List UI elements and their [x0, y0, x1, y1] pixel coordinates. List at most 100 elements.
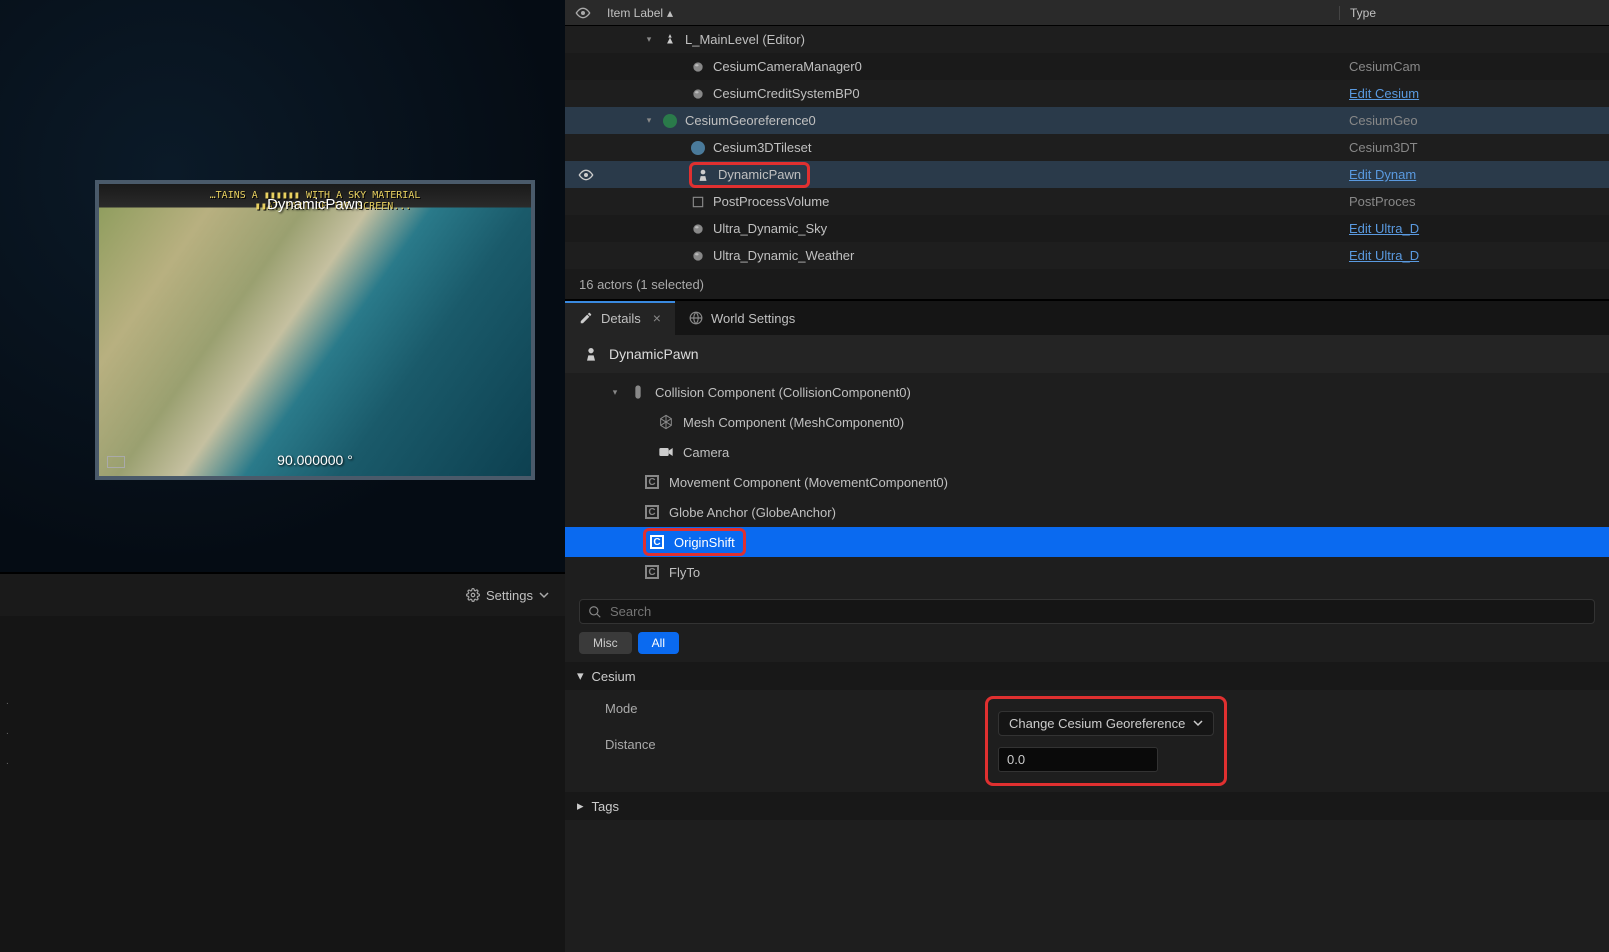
outliner-row[interactable]: Ultra_Dynamic_Sky Edit Ultra_D	[565, 215, 1609, 242]
filter-all[interactable]: All	[638, 632, 679, 654]
sphere-icon	[689, 247, 707, 265]
cam-icon	[657, 443, 675, 461]
expander-icon[interactable]: ▾	[643, 34, 655, 45]
outliner-row-type[interactable]: Edit Dynam	[1339, 167, 1609, 182]
viewport[interactable]: …TAINS A ▮▮▮▮▮▮ WITH A SKY MATERIAL ▮▮AT…	[0, 0, 565, 572]
close-icon[interactable]: ×	[653, 310, 661, 326]
details-selected-header: DynamicPawn	[565, 335, 1609, 373]
viewport-heading-readout: 90.000000 °	[277, 452, 353, 468]
category-tags[interactable]: ▸ Tags	[565, 792, 1609, 820]
sort-asc-icon: ▴	[667, 6, 673, 20]
highlighted-properties: Change Cesium Georeference 0.0	[985, 696, 1227, 786]
content-browser-panel: Settings ...	[0, 572, 565, 952]
outliner-row[interactable]: PostProcessVolume PostProces	[565, 188, 1609, 215]
component-row[interactable]: C OriginShift	[565, 527, 1609, 557]
outliner-row[interactable]: Ultra_Dynamic_Weather Edit Ultra_D	[565, 242, 1609, 269]
c-icon: C	[643, 473, 661, 491]
details-selected-name: DynamicPawn	[609, 346, 698, 362]
c-icon: C	[648, 533, 666, 551]
viewport-pane: …TAINS A ▮▮▮▮▮▮ WITH A SKY MATERIAL ▮▮AT…	[0, 0, 565, 952]
globe-icon	[689, 311, 703, 325]
outliner-row-label: CesiumCameraManager0	[713, 59, 862, 74]
viewport-actor-label: DynamicPawn	[267, 196, 363, 213]
mesh-icon	[657, 413, 675, 431]
details-tab-bar: Details × World Settings	[565, 299, 1609, 335]
outliner-row-type: CesiumCam	[1339, 59, 1609, 74]
pencil-icon	[579, 311, 593, 325]
component-row[interactable]: C Globe Anchor (GlobeAnchor)	[565, 497, 1609, 527]
sphere-icon	[689, 58, 707, 76]
outliner-row[interactable]: ▾ CesiumGeoreference0 CesiumGeo	[565, 107, 1609, 134]
prop-distance-label: Distance	[605, 737, 985, 752]
component-label: Collision Component (CollisionComponent0…	[655, 385, 911, 400]
component-label: Movement Component (MovementComponent0)	[669, 475, 948, 490]
chevron-down-icon	[539, 590, 549, 600]
visibility-column-header[interactable]	[575, 7, 597, 19]
mode-dropdown[interactable]: Change Cesium Georeference	[998, 711, 1214, 736]
outliner-row-type: Cesium3DT	[1339, 140, 1609, 155]
expander-icon: ▾	[577, 668, 584, 684]
component-row[interactable]: C Movement Component (MovementComponent0)	[565, 467, 1609, 497]
outliner-row-type[interactable]: Edit Ultra_D	[1339, 248, 1609, 263]
c-icon: C	[643, 563, 661, 581]
viewport-camera-icon	[107, 456, 125, 468]
component-label: Globe Anchor (GlobeAnchor)	[669, 505, 836, 520]
component-label: Mesh Component (MeshComponent0)	[683, 415, 904, 430]
outliner-row[interactable]: ▾ L_MainLevel (Editor)	[565, 26, 1609, 53]
outliner-row-label: PostProcessVolume	[713, 194, 829, 209]
component-label: OriginShift	[674, 535, 735, 550]
capsule-icon	[629, 383, 647, 401]
distance-input[interactable]: 0.0	[998, 747, 1158, 772]
type-column-header[interactable]: Type	[1339, 6, 1609, 20]
details-panel: DynamicPawn ▾ Collision Component (Colli…	[565, 335, 1609, 952]
tab-world-settings[interactable]: World Settings	[675, 301, 809, 335]
chevron-down-icon	[1193, 718, 1203, 728]
expander-icon[interactable]: ▾	[643, 115, 655, 126]
world-icon	[661, 31, 679, 49]
settings-button[interactable]: Settings	[466, 588, 549, 603]
item-label-column-header[interactable]: Item Label ▴	[607, 6, 1329, 20]
component-row[interactable]: Mesh Component (MeshComponent0)	[565, 407, 1609, 437]
search-icon	[588, 605, 602, 619]
details-filter-row: Misc All	[565, 632, 1609, 662]
details-search[interactable]	[579, 599, 1595, 624]
visibility-toggle[interactable]	[575, 169, 597, 181]
component-tree[interactable]: ▾ Collision Component (CollisionComponen…	[565, 373, 1609, 591]
component-label: Camera	[683, 445, 729, 460]
c-icon: C	[643, 503, 661, 521]
outliner-status: 16 actors (1 selected)	[565, 269, 1609, 299]
outliner-tree[interactable]: ▾ L_MainLevel (Editor) CesiumCameraManag…	[565, 26, 1609, 269]
sphere-icon	[689, 85, 707, 103]
expander-icon[interactable]: ▾	[609, 387, 621, 398]
outliner-row-label: L_MainLevel (Editor)	[685, 32, 805, 47]
outliner-row-type[interactable]: Edit Cesium	[1339, 86, 1609, 101]
outliner-row[interactable]: Cesium3DTileset Cesium3DT	[565, 134, 1609, 161]
outliner-row-label: Ultra_Dynamic_Weather	[713, 248, 854, 263]
viewport-terrain-preview	[99, 184, 531, 476]
component-row[interactable]: Camera	[565, 437, 1609, 467]
outliner-row-label: Ultra_Dynamic_Sky	[713, 221, 827, 236]
pawn-icon	[694, 166, 712, 184]
gear-icon	[466, 588, 480, 602]
component-row[interactable]: ▾ Collision Component (CollisionComponen…	[565, 377, 1609, 407]
prop-mode-label: Mode	[605, 701, 985, 716]
details-search-input[interactable]	[610, 604, 1586, 619]
empty-list: ...	[0, 616, 565, 786]
tab-details[interactable]: Details ×	[565, 301, 675, 335]
outliner-row[interactable]: CesiumCameraManager0 CesiumCam	[565, 53, 1609, 80]
outliner-row-type: PostProces	[1339, 194, 1609, 209]
tab-world-label: World Settings	[711, 311, 795, 326]
component-row[interactable]: CFlyTo	[565, 557, 1609, 587]
category-cesium[interactable]: ▾ Cesium	[565, 662, 1609, 690]
vol-icon	[689, 193, 707, 211]
pawn-icon	[583, 346, 599, 362]
filter-misc[interactable]: Misc	[579, 632, 632, 654]
outliner-row[interactable]: CesiumCreditSystemBP0 Edit Cesium	[565, 80, 1609, 107]
tab-details-label: Details	[601, 311, 641, 326]
outliner-row[interactable]: DynamicPawn Edit Dynam	[565, 161, 1609, 188]
settings-label: Settings	[486, 588, 533, 603]
outliner-row-label: CesiumGeoreference0	[685, 113, 816, 128]
outliner-row-type[interactable]: Edit Ultra_D	[1339, 221, 1609, 236]
outliner-row-type: CesiumGeo	[1339, 113, 1609, 128]
tile-icon	[689, 139, 707, 157]
